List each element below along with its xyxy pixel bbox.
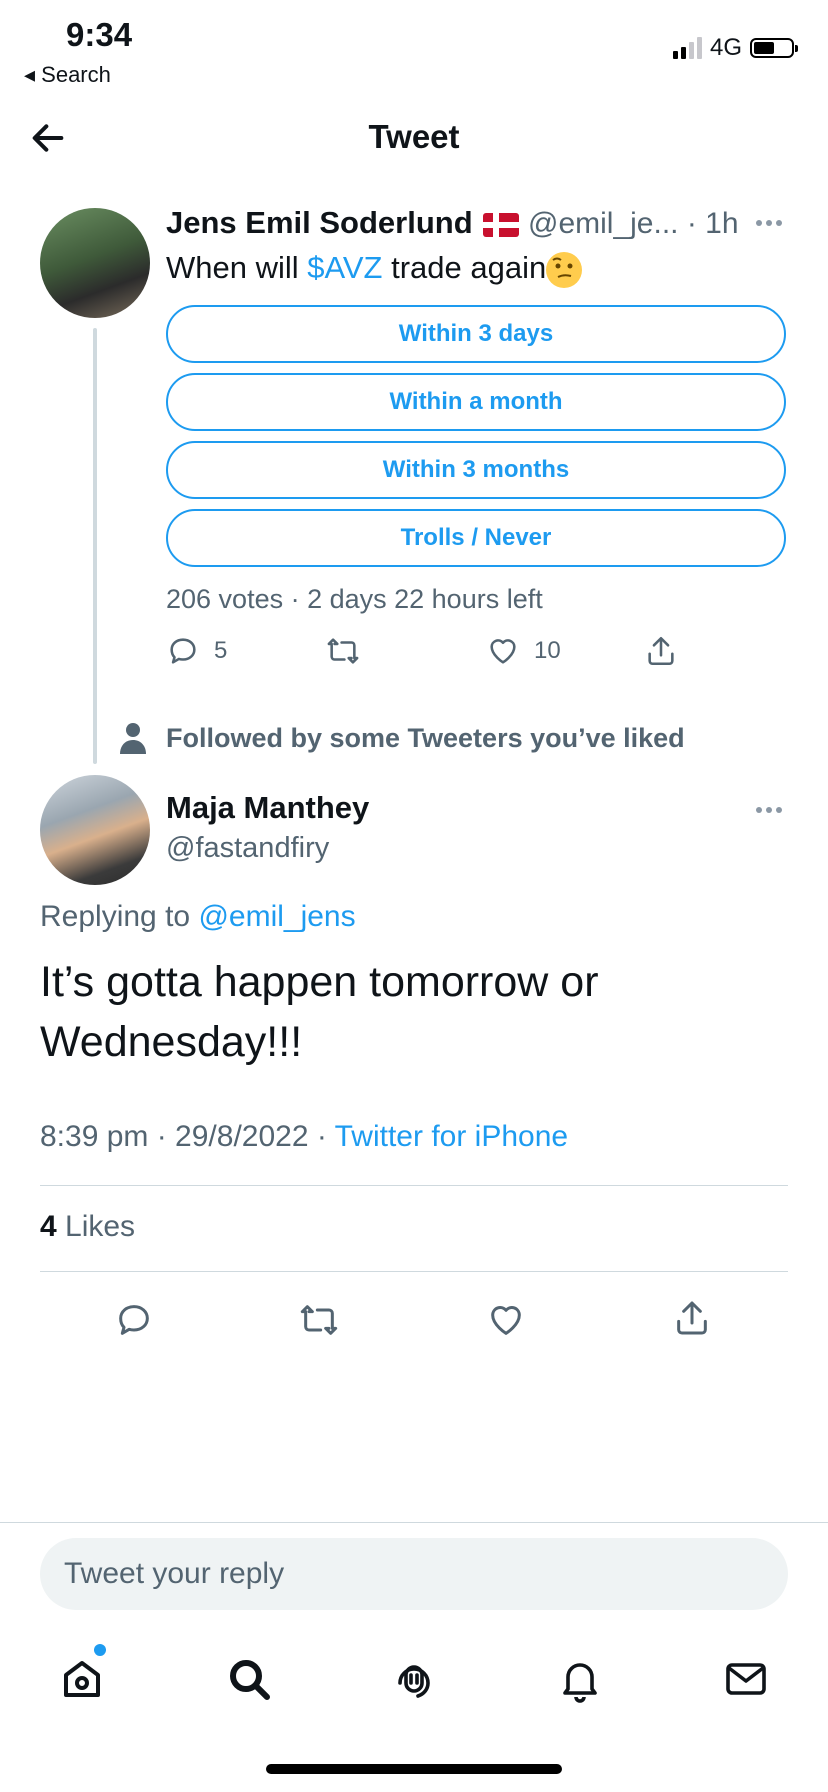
replying-to: Replying to @emil_jens <box>40 900 356 934</box>
share-icon[interactable] <box>672 1298 712 1338</box>
thinking-face-icon <box>546 251 583 288</box>
home-indicator[interactable] <box>266 1764 562 1774</box>
reply-icon[interactable] <box>114 1300 154 1340</box>
like-button[interactable]: 10 <box>486 634 561 668</box>
source-link[interactable]: Twitter for iPhone <box>335 1120 568 1153</box>
social-context: Followed by some Tweeters you’ve liked <box>120 722 685 754</box>
spaces-icon[interactable] <box>390 1655 438 1703</box>
tweet-text: When will $AVZ trade again <box>166 250 583 288</box>
notifications-icon[interactable] <box>556 1655 604 1703</box>
poll-option-3[interactable]: Within 3 months <box>166 441 786 499</box>
likes-count: 4 <box>40 1210 57 1243</box>
avatar[interactable] <box>40 775 150 885</box>
author-name-text[interactable]: Jens Emil Soderlund <box>166 205 473 240</box>
network-label: 4G <box>709 34 742 61</box>
poll-meta: 206 votes · 2 days 22 hours left <box>166 584 543 614</box>
author-handle-time: @emil_je... · 1h <box>528 207 739 240</box>
retweet-button[interactable] <box>326 634 360 668</box>
home-icon[interactable] <box>58 1655 106 1703</box>
reply-icon <box>170 638 196 664</box>
likes-label: Likes <box>56 1210 136 1243</box>
status-indicators: 4G <box>672 34 798 62</box>
author-name[interactable]: Maja Manthey <box>166 790 369 826</box>
denmark-flag-icon <box>482 212 519 237</box>
search-icon[interactable] <box>225 1655 273 1703</box>
tweet-timestamp: 8:39 pm · 29/8/2022 · Twitter for iPhone <box>40 1120 568 1154</box>
avatar[interactable] <box>40 208 150 318</box>
like-count: 10 <box>534 637 561 664</box>
back-to-search-link[interactable]: ◂ Search <box>24 62 111 88</box>
tweet-text-prefix: When will <box>166 250 308 285</box>
reply-count: 5 <box>214 637 228 664</box>
retweet-icon[interactable] <box>299 1300 339 1340</box>
battery-icon <box>750 38 798 58</box>
messages-icon[interactable] <box>722 1655 770 1703</box>
likes-summary[interactable]: 4 Likes <box>40 1210 135 1244</box>
divider <box>40 1185 788 1186</box>
replying-to-link[interactable]: @emil_jens <box>198 900 355 933</box>
thread-line <box>93 328 97 764</box>
more-options-icon[interactable] <box>756 805 786 815</box>
share-button[interactable] <box>644 634 678 668</box>
author-name[interactable]: Jens Emil Soderlund <box>166 205 519 241</box>
tweet-text: It’s gotta happen tomorrow or Wednesday!… <box>40 958 599 1066</box>
poll-option-2[interactable]: Within a month <box>166 373 786 431</box>
person-icon <box>120 723 146 754</box>
status-time: 9:34 <box>66 16 133 53</box>
replying-prefix: Replying to <box>40 900 199 933</box>
author-handle[interactable]: @fastandfiry <box>166 832 329 865</box>
social-context-text: Followed by some Tweeters you’ve liked <box>166 722 685 753</box>
reply-placeholder: Tweet your reply <box>64 1557 285 1590</box>
cashtag-link[interactable]: $AVZ <box>307 250 382 285</box>
reply-button[interactable]: 5 <box>166 634 227 668</box>
reply-divider <box>0 1522 828 1523</box>
signal-icon <box>672 37 702 59</box>
retweet-icon <box>327 638 359 664</box>
tweet-text-suffix: trade again <box>382 250 547 285</box>
reply-input[interactable]: Tweet your reply <box>40 1538 788 1610</box>
poll-option-4[interactable]: Trolls / Never <box>166 509 786 567</box>
heart-icon[interactable] <box>486 1300 526 1340</box>
time-date: 8:39 pm · 29/8/2022 · <box>40 1120 335 1153</box>
more-options-icon[interactable] <box>756 218 786 228</box>
share-icon <box>648 636 674 666</box>
divider <box>40 1271 788 1272</box>
heart-icon <box>490 639 516 664</box>
page-title: Tweet <box>368 118 460 155</box>
poll-option-1[interactable]: Within 3 days <box>166 305 786 363</box>
